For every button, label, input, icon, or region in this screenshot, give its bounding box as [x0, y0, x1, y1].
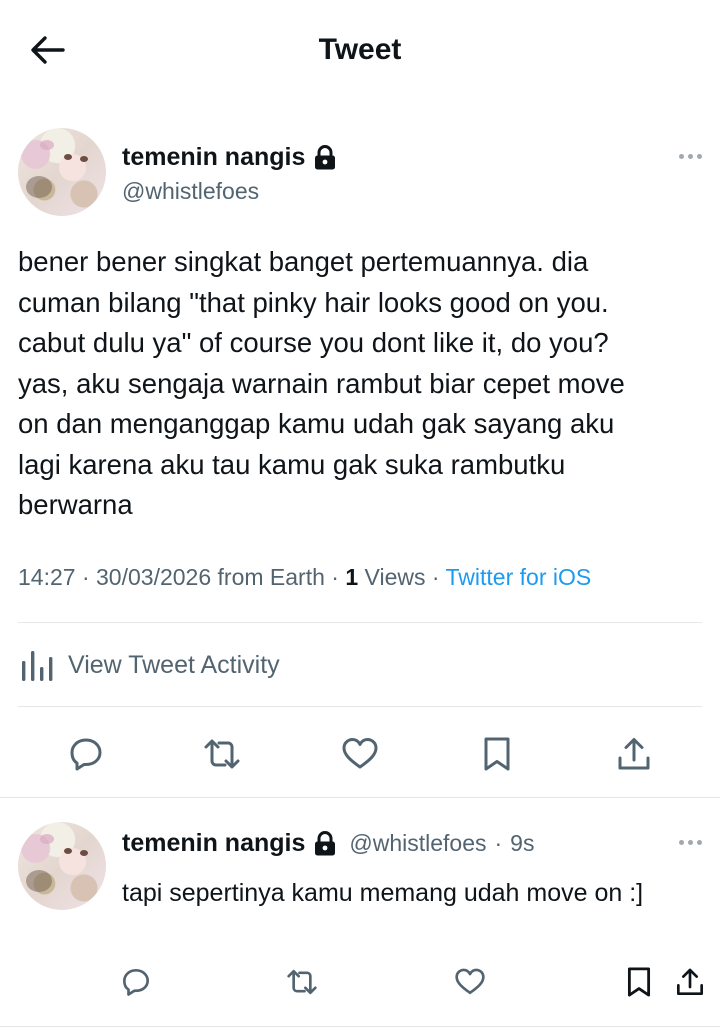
- more-dot: [688, 840, 693, 845]
- reply-handle[interactable]: @whistlefoes: [349, 830, 486, 857]
- like-button[interactable]: [338, 732, 382, 776]
- meta-separator: ·: [81, 564, 90, 590]
- reply-display-name[interactable]: temenin nangis: [122, 829, 305, 858]
- reply-icon: [70, 738, 102, 771]
- reply-avatar[interactable]: [18, 822, 106, 910]
- more-dot: [697, 154, 702, 159]
- meta-separator: ·: [331, 564, 339, 590]
- display-name[interactable]: temenin nangis: [122, 143, 305, 172]
- views-count: 1: [345, 564, 359, 590]
- reply-author-row: temenin nangis @whistlefoes · 9s: [122, 829, 534, 858]
- divider: [18, 622, 702, 623]
- retweet-button[interactable]: [200, 732, 244, 776]
- bookmark-icon: [627, 967, 651, 997]
- retweet-icon: [287, 969, 317, 995]
- reply-retweet-button[interactable]: [282, 964, 322, 1000]
- reply-like-button[interactable]: [452, 964, 488, 1000]
- divider: [0, 797, 720, 798]
- retweet-icon: [204, 739, 240, 769]
- meta-separator: ·: [494, 830, 503, 856]
- tweet-date[interactable]: 30/03/2026: [96, 564, 211, 590]
- tweet-meta: 14:27 · 30/03/2026 from Earth · 1 Views …: [18, 564, 591, 591]
- divider: [0, 1026, 720, 1027]
- divider: [18, 706, 702, 707]
- share-icon: [677, 968, 703, 995]
- views-label: Views: [364, 564, 426, 590]
- reply-more-options-button[interactable]: [679, 840, 702, 845]
- more-dot: [688, 154, 693, 159]
- reply-age[interactable]: 9s: [510, 830, 534, 857]
- more-dot: [679, 154, 684, 159]
- like-icon: [455, 968, 485, 995]
- activity-label: View Tweet Activity: [68, 650, 280, 679]
- handle[interactable]: @whistlefoes: [122, 178, 259, 205]
- reply-button[interactable]: [64, 732, 108, 776]
- reply-bookmark-button[interactable]: [621, 962, 657, 1002]
- reply-reply-button[interactable]: [118, 964, 154, 1000]
- reply-icon: [123, 969, 149, 996]
- lock-icon: [313, 144, 337, 171]
- share-icon: [618, 738, 650, 770]
- tweet-time[interactable]: 14:27: [18, 564, 76, 590]
- bookmark-icon: [484, 737, 510, 771]
- more-dot: [697, 840, 702, 845]
- share-button[interactable]: [612, 732, 656, 776]
- bar-chart-icon: [22, 651, 53, 681]
- reply-share-button[interactable]: [672, 962, 708, 1002]
- more-options-button[interactable]: [679, 154, 702, 159]
- view-tweet-activity-button[interactable]: View Tweet Activity: [18, 640, 280, 690]
- avatar[interactable]: [18, 128, 106, 216]
- tweet-location: from Earth: [217, 564, 325, 590]
- header-bar: Tweet: [0, 0, 720, 100]
- tweet-text: bener bener singkat banget pertemuannya.…: [18, 246, 625, 520]
- author-name-row: temenin nangis: [122, 143, 337, 172]
- page-title: Tweet: [318, 33, 402, 66]
- bookmark-button[interactable]: [475, 732, 519, 776]
- reply-text: tapi sepertinya kamu memang udah move on…: [122, 879, 644, 907]
- more-dot: [679, 840, 684, 845]
- client-link[interactable]: Twitter for iOS: [446, 564, 592, 590]
- lock-icon: [313, 830, 337, 857]
- like-icon: [342, 738, 378, 769]
- meta-separator: ·: [431, 564, 440, 590]
